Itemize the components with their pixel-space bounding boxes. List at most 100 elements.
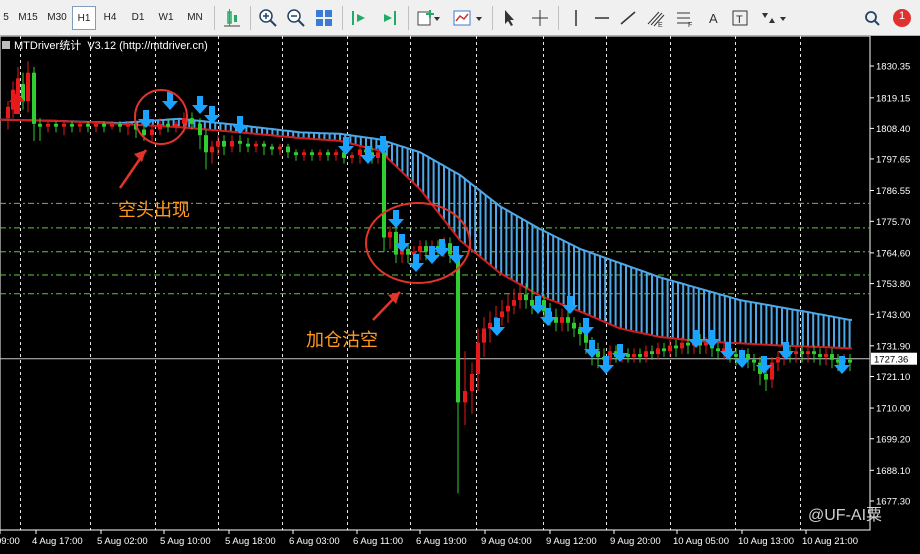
arrows-icon[interactable] xyxy=(758,8,778,28)
price-tick-label: 1731.90 xyxy=(876,341,910,352)
time-tick-label: 5 Aug 18:00 xyxy=(225,536,276,547)
current-price-label: 1727.36 xyxy=(874,355,908,366)
time-tick-label: 5 Aug 10:00 xyxy=(160,536,211,547)
candle-bull xyxy=(794,351,798,355)
dropdown-arrow-icon[interactable] xyxy=(474,8,484,28)
search-icon[interactable] xyxy=(862,8,882,28)
candle-bear xyxy=(326,152,330,156)
price-tick-label: 1775.70 xyxy=(876,217,910,228)
vertical-line-icon[interactable] xyxy=(566,8,586,28)
price-tick-label: 1710.00 xyxy=(876,404,910,415)
sell-arrow-icon xyxy=(489,318,505,336)
candle-bull xyxy=(334,152,338,156)
sell-arrow-icon xyxy=(192,96,208,114)
candle-bear xyxy=(812,351,816,355)
candle-bull xyxy=(6,106,10,119)
svg-text:F: F xyxy=(688,22,692,28)
dropdown-arrow-icon[interactable] xyxy=(432,8,442,28)
candle-bull xyxy=(644,351,648,357)
candle-bull xyxy=(62,123,66,127)
timeframe-w1[interactable]: W1 xyxy=(154,6,178,30)
text-label-icon[interactable]: T xyxy=(730,8,750,28)
candle-bear xyxy=(746,354,750,360)
timeframe-d1[interactable]: D1 xyxy=(126,6,150,30)
time-tick-label: 9 Aug 20:00 xyxy=(610,536,661,547)
toolbar-separator xyxy=(492,6,493,30)
candle-bear xyxy=(32,72,36,124)
candle-bull xyxy=(150,129,154,136)
price-tick-label: 1688.10 xyxy=(876,466,910,477)
candle-bear xyxy=(572,322,576,329)
tile-windows-icon[interactable] xyxy=(314,8,334,28)
svg-text:T: T xyxy=(736,14,743,26)
candle-bull xyxy=(174,123,178,127)
time-tick-label: 4 Aug 17:00 xyxy=(32,536,83,547)
fibonacci-channel-icon[interactable]: E xyxy=(646,8,666,28)
candle-bull xyxy=(512,300,516,306)
trendline-icon[interactable] xyxy=(618,8,638,28)
candle-bull xyxy=(350,155,354,158)
candle-bull xyxy=(668,345,672,352)
candle-bear xyxy=(764,373,768,380)
candle-bull xyxy=(78,123,82,127)
price-tick-label: 1764.60 xyxy=(876,248,910,259)
candle-bear xyxy=(424,246,428,252)
timeframe-5[interactable]: 5 xyxy=(0,6,12,30)
alert-count: 1 xyxy=(898,10,906,22)
timeframe-m30[interactable]: M30 xyxy=(43,6,71,30)
price-tick-label: 1743.00 xyxy=(876,310,910,321)
candle-bear xyxy=(286,146,290,153)
candle-bear xyxy=(310,152,314,156)
candle-bear xyxy=(246,143,250,147)
timeframe-h4[interactable]: H4 xyxy=(98,6,122,30)
candle-bear xyxy=(70,123,74,127)
alerts-button[interactable]: 1 xyxy=(891,8,913,28)
cursor-icon[interactable] xyxy=(500,8,520,28)
candle-bear xyxy=(86,123,90,127)
candle-bear xyxy=(190,118,194,124)
candle-bear xyxy=(650,351,654,355)
candle-bull xyxy=(806,351,810,355)
candle-bull xyxy=(26,72,30,102)
chart-canvas[interactable]: 空头出现加仓沽空 @UF-AI粟 09:00 4 Aug 17:00 5 Aug 02… xyxy=(0,35,920,550)
zoom-in-icon[interactable] xyxy=(258,8,278,28)
toolbar-separator xyxy=(408,6,409,30)
time-tick-label: 10 Aug 13:00 xyxy=(738,536,794,547)
candle-bear xyxy=(270,146,274,150)
candle-bear xyxy=(848,359,852,363)
candle-bull xyxy=(463,391,467,403)
candle-bear xyxy=(662,348,666,352)
timeframe-mn[interactable]: MN xyxy=(182,6,208,30)
chart-candles-icon[interactable] xyxy=(222,8,242,28)
candle-bear xyxy=(566,317,570,323)
candle-bear xyxy=(222,140,226,147)
candle-bear xyxy=(204,135,208,153)
candle-bull xyxy=(656,348,660,355)
candle-bear xyxy=(262,143,266,147)
time-tick-label: 9 Aug 12:00 xyxy=(546,536,597,547)
auto-scroll-icon[interactable] xyxy=(350,8,370,28)
candle-bear xyxy=(294,152,298,156)
candle-bear xyxy=(456,254,460,403)
chart-shift-icon[interactable] xyxy=(380,8,400,28)
candle-bull xyxy=(230,140,234,147)
zoom-out-icon[interactable] xyxy=(286,8,306,28)
toolbar-separator xyxy=(250,6,251,30)
timeframe-h1[interactable]: H1 xyxy=(72,6,96,30)
candle-bear xyxy=(530,300,534,306)
candle-bear xyxy=(382,152,386,238)
text-icon[interactable]: A xyxy=(704,8,724,28)
templates-icon[interactable] xyxy=(452,8,472,28)
dropdown-arrow-icon[interactable] xyxy=(778,8,788,28)
fibonacci-retracement-icon[interactable]: F xyxy=(674,8,694,28)
sell-arrow-icon xyxy=(720,342,736,360)
highlight-circle-add xyxy=(365,202,471,284)
timeframe-m15[interactable]: M15 xyxy=(14,6,42,30)
crosshair-icon[interactable] xyxy=(530,8,550,28)
candle-bear xyxy=(716,348,720,352)
candle-bear xyxy=(638,354,642,357)
horizontal-line-icon[interactable] xyxy=(592,8,612,28)
candle-bull xyxy=(680,342,684,349)
price-chart[interactable]: 空头出现加仓沽空 @UF-AI粟 09:00 4 Aug 17:00 5 Aug 02… xyxy=(0,35,920,550)
candle-bull xyxy=(476,342,480,374)
